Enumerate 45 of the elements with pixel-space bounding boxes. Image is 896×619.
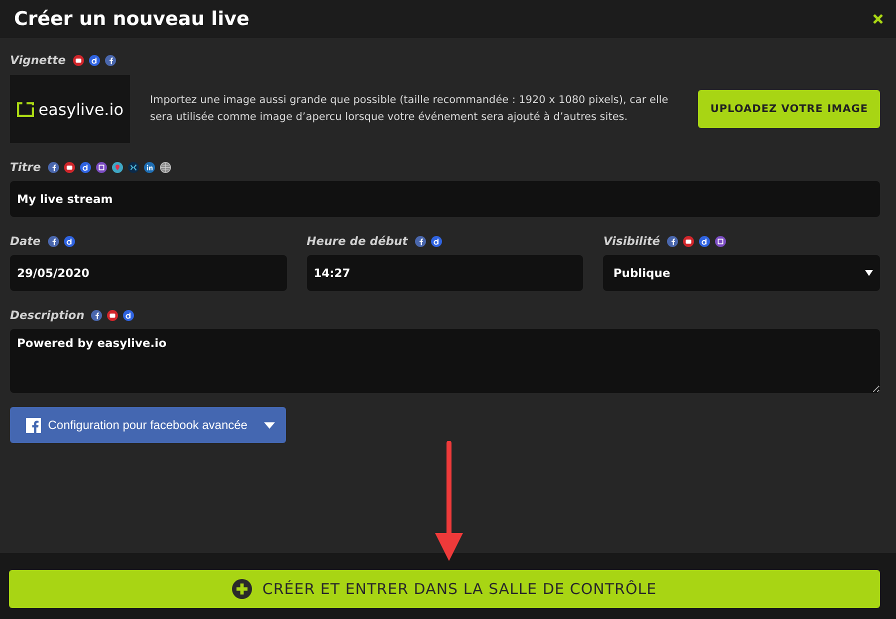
platform-icon bbox=[112, 162, 123, 172]
platform-icon bbox=[48, 236, 59, 246]
platform-icon bbox=[96, 162, 107, 172]
field-label: Description bbox=[10, 308, 84, 322]
logo-icon bbox=[16, 102, 34, 116]
text-input[interactable]: 29/05/2020 bbox=[10, 255, 287, 291]
platform-icon bbox=[128, 162, 139, 172]
upload-button[interactable]: UPLOADEZ VOTRE IMAGE bbox=[698, 90, 880, 128]
platform-icon bbox=[64, 162, 75, 172]
field-label: Heure de début bbox=[306, 234, 408, 248]
window-title: Créer un nouveau live bbox=[14, 8, 250, 30]
platform-icon bbox=[64, 236, 75, 246]
text-input[interactable]: 14:27 bbox=[306, 255, 584, 291]
platform-icon bbox=[430, 236, 442, 246]
create-button[interactable]: CRÉER ET ENTRER DANS LA SALLE DE CONTRÔLE bbox=[9, 570, 880, 608]
description-textarea[interactable]: Powered by easylive.io bbox=[10, 329, 880, 393]
caret-icon bbox=[264, 422, 276, 428]
platform-icon bbox=[144, 162, 155, 172]
title-input[interactable]: My live stream bbox=[10, 181, 880, 217]
platform-icon bbox=[414, 236, 426, 246]
platform-icon bbox=[667, 236, 678, 246]
facebook-icon bbox=[26, 418, 41, 432]
plus-icon bbox=[232, 579, 252, 599]
platform-icon bbox=[80, 162, 91, 172]
platform-icon bbox=[107, 310, 118, 320]
platform-icon bbox=[123, 310, 134, 320]
globe-icon bbox=[160, 162, 171, 172]
platform-icon bbox=[104, 54, 116, 66]
field-label: Visibilité bbox=[603, 234, 660, 248]
field-label: Date bbox=[10, 234, 41, 248]
field-label: Vignette bbox=[10, 53, 66, 67]
logo-text: easylive.io bbox=[38, 100, 124, 118]
platform-icon bbox=[48, 162, 59, 172]
dropdown-caret-icon bbox=[864, 270, 873, 276]
field-label: Titre bbox=[10, 160, 41, 174]
facebook-config-button[interactable]: Configuration pour facebook avancée bbox=[10, 407, 286, 443]
platform-icon bbox=[88, 54, 100, 66]
close-icon[interactable] bbox=[872, 13, 884, 25]
platform-icon bbox=[699, 236, 710, 246]
platform-icon bbox=[683, 236, 694, 246]
platform-icon bbox=[91, 310, 102, 320]
upload-hint: Importez une image aussi grande que possible (taille recommandée : 1920 x 1080 pixels), car elle sera utilisée comme image d’apercu lorsque votre événement sera ajouté à d’autres sites. bbox=[150, 93, 670, 125]
platform-icon bbox=[715, 236, 726, 246]
platform-icon bbox=[72, 54, 84, 66]
visibility-select[interactable]: Publique bbox=[603, 255, 880, 291]
